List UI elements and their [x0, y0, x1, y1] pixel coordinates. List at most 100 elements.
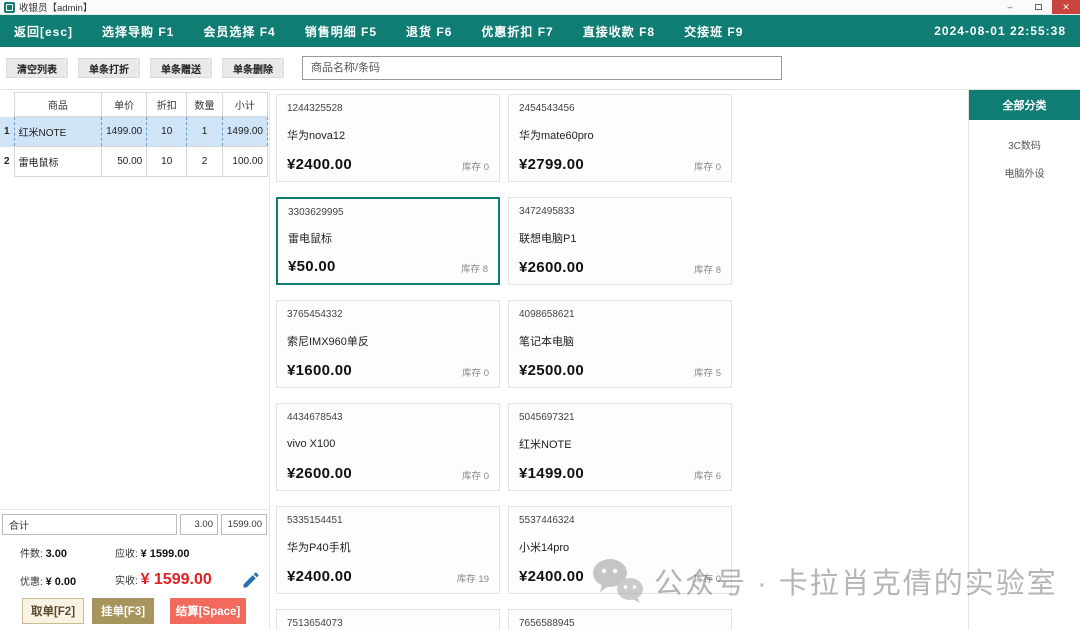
menubar: 返回[esc] 选择导购 F1 会员选择 F4 销售明细 F5 退货 F6 优惠…: [0, 15, 1080, 47]
menu-discount[interactable]: 优惠折扣 F7: [481, 23, 553, 40]
menu-sales-detail[interactable]: 销售明细 F5: [305, 23, 377, 40]
menu-return[interactable]: 返回[esc]: [14, 23, 73, 40]
paid-label: 实收:: [115, 576, 138, 587]
line-delete-button[interactable]: 单条删除: [222, 58, 284, 78]
settle-button[interactable]: 结算[Space]: [170, 598, 246, 624]
product-name: vivo X100: [287, 438, 489, 450]
minimize-button[interactable]: –: [996, 0, 1024, 14]
clear-list-button[interactable]: 清空列表: [6, 58, 68, 78]
product-grid: 1244325528 华为nova12 ¥2400.00库存 0 2454543…: [270, 90, 968, 630]
cart-item-name: 红米NOTE: [14, 117, 102, 147]
item-count-value: 3.00: [46, 548, 67, 560]
product-card[interactable]: 3472495833 联想电脑P1 ¥2600.00 库存 8: [508, 197, 732, 285]
stock-value: 0: [484, 471, 489, 482]
line-gift-button[interactable]: 单条赠送: [150, 58, 212, 78]
hold-order-button[interactable]: 挂单[F3]: [92, 598, 154, 624]
window-titlebar: 收银员【admin】 – ✕: [0, 0, 1080, 15]
stock-label: 库存: [462, 162, 481, 173]
cart-empty-space: [0, 177, 269, 509]
cart-col-price: 单价: [102, 93, 147, 117]
restore-icon: [1035, 4, 1042, 10]
currency-symbol: ¥: [519, 259, 528, 276]
cart-item-price: 1499.00: [102, 117, 147, 147]
currency-symbol: ¥: [519, 568, 528, 585]
cart-col-subtotal: 小计: [222, 93, 267, 117]
stock-value: 6: [716, 471, 721, 482]
receivable-label: 应收:: [115, 549, 138, 560]
category-all[interactable]: 全部分类: [969, 90, 1080, 120]
cart-item-qty: 2: [187, 147, 223, 177]
product-code: 2454543456: [519, 103, 721, 114]
product-price: ¥2600.00: [287, 465, 352, 482]
product-price: ¥1499.00: [519, 465, 584, 482]
window-controls: – ✕: [996, 0, 1080, 14]
category-computer-peripherals[interactable]: 电脑外设: [969, 158, 1080, 186]
product-stock: 库存 8: [461, 261, 488, 275]
cart-panel: 商品 单价 折扣 数量 小计 1 红米NOTE 1499.00 10 1 149…: [0, 90, 270, 630]
stock-label: 库存: [462, 368, 481, 379]
stock-label: 库存: [457, 574, 476, 585]
product-stock: 库存 0: [462, 468, 489, 482]
stock-value: 19: [478, 574, 489, 585]
product-code: 5537446324: [519, 515, 721, 526]
product-card[interactable]: 1244325528 华为nova12 ¥2400.00库存 0: [276, 94, 500, 182]
price-value: 2400.00: [296, 156, 352, 173]
product-name: 索尼IMX960单反: [287, 333, 489, 349]
line-discount-button[interactable]: 单条打折: [78, 58, 140, 78]
main-area: 商品 单价 折扣 数量 小计 1 红米NOTE 1499.00 10 1 149…: [0, 90, 1080, 630]
close-button[interactable]: ✕: [1052, 0, 1080, 14]
menu-shift-change[interactable]: 交接班 F9: [684, 23, 743, 40]
product-stock: 库存 6: [694, 468, 721, 482]
product-code: 3472495833: [519, 206, 721, 217]
product-card[interactable]: 7656588945 荣耀100 ¥2644.00库存 0: [508, 609, 732, 630]
paid-total: 实收: ¥ 1599.00: [115, 571, 241, 589]
search-input[interactable]: [302, 56, 782, 80]
total-qty-box: 3.00: [180, 514, 218, 535]
item-count: 件数: 3.00: [20, 545, 115, 560]
menu-member-select[interactable]: 会员选择 F4: [203, 23, 275, 40]
product-card[interactable]: 4434678543 vivo X100 ¥2600.00库存 0: [276, 403, 500, 491]
datetime-display: 2024-08-01 22:55:38: [934, 24, 1066, 38]
product-card-selected[interactable]: 3303629995 雷电鼠标 ¥50.00库存 8: [276, 197, 500, 285]
product-card[interactable]: 2454543456 华为mate60pro ¥2799.00库存 0: [508, 94, 732, 182]
menu-select-guide[interactable]: 选择导购 F1: [102, 23, 174, 40]
price-value: 2600.00: [528, 259, 584, 276]
edit-amount-pencil-icon[interactable]: [241, 570, 261, 590]
product-card[interactable]: 3765454332 索尼IMX960单反 ¥1600.00库存 0: [276, 300, 500, 388]
menu-refund[interactable]: 退货 F6: [406, 23, 452, 40]
product-name: 小米14pro: [519, 539, 721, 555]
product-card[interactable]: 5335154451 华为P40手机 ¥2400.00库存 19: [276, 506, 500, 594]
cart-row[interactable]: 1 红米NOTE 1499.00 10 1 1499.00: [0, 117, 268, 147]
discount-total: 优惠: ¥ 0.00: [20, 573, 115, 588]
minimize-icon: –: [1007, 2, 1012, 12]
product-name: 联想电脑P1: [519, 230, 721, 246]
product-card[interactable]: 5045697321 红米NOTE ¥1499.00 库存 6: [508, 403, 732, 491]
category-3c-digital[interactable]: 3C数码: [969, 130, 1080, 158]
product-card[interactable]: 4098658621 笔记本电脑 ¥2500.00库存 5: [508, 300, 732, 388]
product-price: ¥50.00: [288, 258, 336, 275]
stock-value: 8: [716, 265, 721, 276]
cart-table: 商品 单价 折扣 数量 小计 1 红米NOTE 1499.00 10 1 149…: [0, 92, 268, 177]
restore-button[interactable]: [1024, 0, 1052, 14]
product-card[interactable]: 5537446324 小米14pro ¥2400.00库存 0: [508, 506, 732, 594]
cart-item-discount: 10: [147, 117, 187, 147]
cart-item-price: 50.00: [102, 147, 147, 177]
take-order-button[interactable]: 取单[F2]: [22, 598, 84, 624]
stock-label: 库存: [462, 471, 481, 482]
product-name: 华为P40手机: [287, 539, 489, 555]
product-code: 4098658621: [519, 309, 721, 320]
product-name: 笔记本电脑: [519, 333, 721, 349]
product-price: ¥1600.00: [287, 362, 352, 379]
product-code: 7513654073: [287, 618, 489, 629]
product-stock: 库存 0: [462, 365, 489, 379]
toolbar: 清空列表 单条打折 单条赠送 单条删除: [0, 47, 1080, 90]
cart-row[interactable]: 2 雷电鼠标 50.00 10 2 100.00: [0, 147, 268, 177]
stock-label: 库存: [694, 265, 713, 276]
discount-total-label: 优惠:: [20, 577, 43, 588]
total-label: 合计: [2, 514, 177, 535]
product-card[interactable]: 7513654073 realme真我GT ¥1999.00库存 6: [276, 609, 500, 630]
product-code: 5045697321: [519, 412, 721, 423]
summary-panel: 合计 3.00 1599.00 件数: 3.00 应收: ¥ 1599.00 优…: [0, 509, 269, 630]
product-name: 红米NOTE: [519, 436, 721, 452]
menu-direct-pay[interactable]: 直接收款 F8: [583, 23, 655, 40]
